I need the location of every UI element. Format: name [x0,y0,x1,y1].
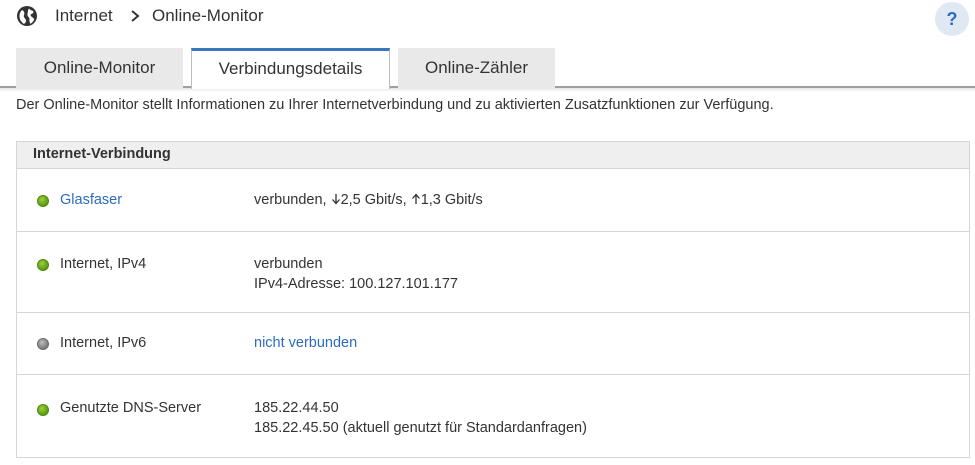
status-gray-icon [37,338,49,350]
tabs-shadow [0,88,975,92]
panel-title: Internet-Verbindung [33,146,171,162]
table-row-glasfaser: Glasfaser verbunden, 2,5 Gbit/s, 1,3 Gbi… [17,170,969,232]
arrow-up-icon [411,193,420,204]
panel-header: Internet-Verbindung [17,142,969,169]
help-button[interactable]: ? [935,2,969,36]
ipv4-address: IPv4-Adresse: 100.127.101.177 [254,276,458,292]
globe-icon[interactable] [16,5,38,27]
status-green-icon [37,195,49,207]
glasfaser-status: verbunden, [254,192,327,208]
top-bar: Internet Online-Monitor ? [0,0,975,36]
intro-text: Der Online-Monitor stellt Informationen … [16,97,774,113]
dns-label: Genutzte DNS-Server [60,400,202,416]
ipv6-label: Internet, IPv6 [60,335,147,351]
status-green-icon [37,404,49,416]
table-row-ipv4: Internet, IPv4 verbunden IPv4-Adresse: 1… [17,232,969,313]
ipv4-label: Internet, IPv4 [60,256,147,272]
tab-online-zaehler[interactable]: Online-Zähler [398,48,555,88]
downstream-rate: 2,5 Gbit/s, [340,192,407,208]
dns-server-primary: 185.22.44.50 [254,400,339,416]
glasfaser-link[interactable]: Glasfaser [60,190,122,210]
dns-server-secondary: 185.22.45.50 (aktuell genutzt für Standa… [254,420,587,436]
arrow-down-icon [331,194,340,205]
breadcrumb-online-monitor: Online-Monitor [152,6,264,25]
ipv6-status-link[interactable]: nicht verbunden [254,333,357,353]
table-row-dns: Genutzte DNS-Server 185.22.44.50 185.22.… [17,375,969,457]
table-row-ipv6: Internet, IPv6 nicht verbunden [17,313,969,375]
ipv4-status: verbunden [254,256,323,272]
internet-connection-panel: Internet-Verbindung Glasfaser verbunden,… [16,141,970,458]
upstream-rate: 1,3 Gbit/s [420,192,483,208]
tab-verbindungsdetails[interactable]: Verbindungsdetails [191,48,390,89]
status-green-icon [37,259,49,271]
glasfaser-speed: verbunden, 2,5 Gbit/s, 1,3 Gbit/s [254,190,483,210]
breadcrumb-internet[interactable]: Internet [55,5,113,27]
tab-online-monitor[interactable]: Online-Monitor [16,48,183,88]
chevron-right-icon [131,10,140,22]
